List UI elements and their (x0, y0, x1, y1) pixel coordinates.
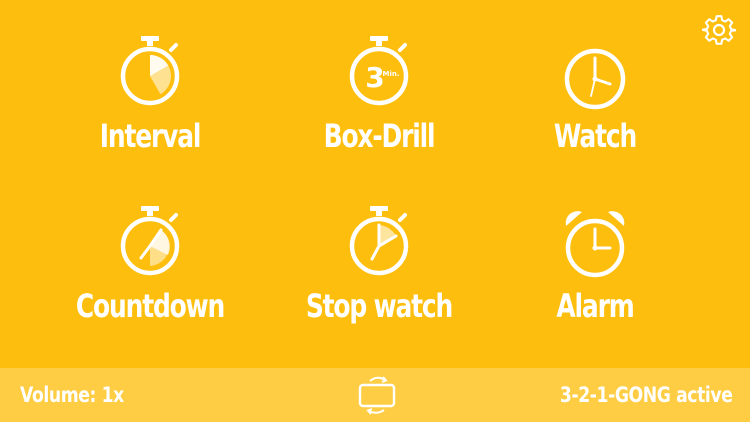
footer-bar: Volume: 1x 3-2-1-GONG active (0, 368, 750, 422)
tile-watch[interactable]: Watch (480, 34, 710, 184)
box-drill-stopwatch-icon: 3 Min. (349, 36, 409, 106)
clock-icon (564, 48, 626, 110)
tile-interval[interactable]: Interval (35, 34, 265, 184)
countdown-stopwatch-icon (120, 206, 180, 276)
volume-setting[interactable]: Volume: 1x (20, 381, 124, 409)
mode-grid: Interval 3 Min. Box-Drill Watch Countdow… (0, 0, 750, 368)
interval-stopwatch-icon (120, 36, 180, 106)
tile-interval-label: Interval (99, 117, 202, 155)
tile-watch-label: Watch (553, 117, 637, 155)
stopwatch-icon (349, 206, 409, 276)
gong-status[interactable]: 3-2-1-GONG active (559, 381, 732, 409)
rotate-button[interactable] (357, 374, 397, 416)
rotate-device-icon (358, 376, 396, 415)
tile-alarm[interactable]: Alarm (480, 204, 710, 354)
tile-stopwatch[interactable]: Stop watch (264, 204, 494, 354)
tile-box-drill[interactable]: 3 Min. Box-Drill (264, 34, 494, 184)
tile-alarm-label: Alarm (556, 287, 634, 325)
box-drill-unit: Min. (382, 70, 399, 78)
tile-stopwatch-label: Stop watch (305, 287, 453, 325)
tile-countdown[interactable]: Countdown (35, 204, 265, 354)
alarm-clock-icon (565, 211, 625, 278)
tile-countdown-label: Countdown (75, 287, 225, 325)
tile-box-drill-label: Box-Drill (323, 117, 436, 155)
